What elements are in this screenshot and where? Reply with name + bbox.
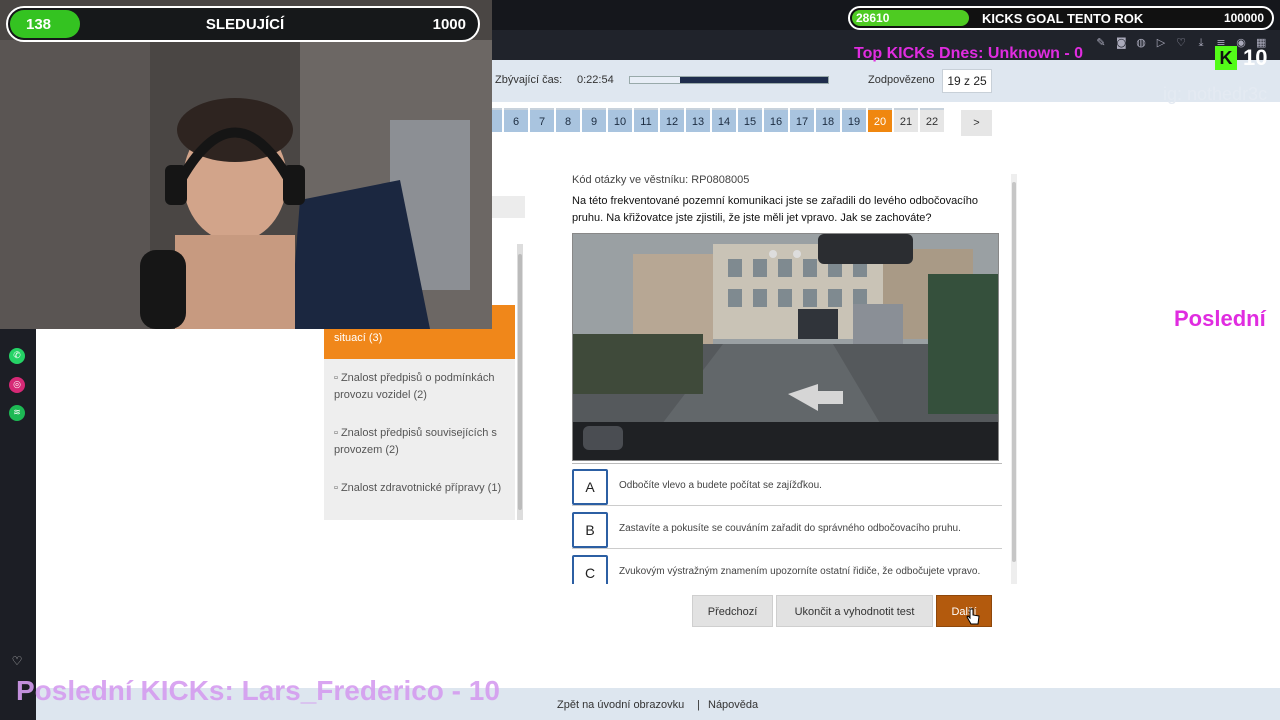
question-nav-19[interactable]: 19 [842,108,866,132]
street-scene-image [573,234,998,460]
webcam-scene-image [0,0,492,329]
instagram-icon[interactable]: ◎ [9,377,25,393]
question-nav-next-button[interactable]: > [961,110,992,136]
question-scrollbar[interactable] [1011,174,1017,584]
question-navigation: 6 7 8 9 10 11 12 13 14 15 16 17 18 19 20 21 22 [492,108,946,132]
download-icon[interactable]: ⤓ [1196,36,1206,50]
last-kicks-ticker: Poslední KICKs: Lars_Frederico - 10 [16,675,500,706]
footer-separator: | [697,699,700,711]
shield-icon[interactable]: ◍ [1136,36,1146,50]
answer-letter[interactable]: C [572,555,608,584]
browser-toolbar-icons: ✎ ◙ ◍ ▷ ♡ ⤓ ≡ ◉ ▦ [1096,36,1266,50]
follower-goal-bar: 138 SLEDUJÍCÍ 1000 [6,6,480,42]
previous-button[interactable]: Předchozí [692,595,773,627]
question-nav-22[interactable]: 22 [920,108,944,132]
answer-text[interactable]: Zvukovým výstražným znamením upozorníte … [619,566,980,577]
heart-icon[interactable]: ♡ [1176,36,1186,50]
hand-cursor-icon [966,608,980,625]
question-nav-10[interactable]: 10 [608,108,632,132]
edit-icon[interactable]: ✎ [1096,36,1106,50]
question-nav-9[interactable]: 9 [582,108,606,132]
question-nav-13[interactable]: 13 [686,108,710,132]
answer-option-b[interactable]: B Zastavíte a pokusíte se couváním zařad… [572,509,1002,549]
spotify-icon[interactable]: ≋ [9,405,25,421]
sidebar-item-first-aid[interactable]: ▫ Znalost zdravotnické přípravy (1) [334,480,506,497]
answer-letter[interactable]: B [572,512,608,548]
kick-logo-icon: K [1215,46,1237,70]
sidebar-item-label: situací (3) [334,332,383,344]
answered-label: Zodpovězeno [868,74,935,86]
question-nav-6[interactable]: 6 [504,108,528,132]
question-nav-15[interactable]: 15 [738,108,762,132]
question-nav-8[interactable]: 8 [556,108,580,132]
answer-text[interactable]: Odbočíte vlevo a budete počítat se zajíž… [619,480,822,491]
answered-value: 19 z 25 [942,69,992,93]
timer-value: 0:22:54 [577,74,614,86]
answer-letter[interactable]: A [572,469,608,505]
question-nav-20[interactable]: 20 [868,108,892,132]
top-kicks-today: Top KICKs Dnes: Unknown - 0 [854,45,1084,62]
question-nav-14[interactable]: 14 [712,108,736,132]
kicks-goal-target: 100000 [1223,11,1264,25]
question-nav-11[interactable]: 11 [634,108,658,132]
last-kicks-ticker-right: Poslední [1174,306,1266,331]
sidebar-header-fragment [492,196,525,218]
sidebar-item-vehicle-conditions[interactable]: ▫ Znalost předpisů o podmínkách provozu … [334,370,506,404]
timer-label: Zbývající čas: [495,74,563,86]
heart-icon[interactable]: ♡ [9,653,25,669]
answers-divider [572,463,1002,464]
next-button[interactable]: Další [936,595,992,627]
home-link[interactable]: Zpět na úvodní obrazovku [557,699,684,711]
kicks-count: 28610 [856,11,890,25]
question-nav-18[interactable]: 18 [816,108,840,132]
question-nav-previous-hidden[interactable] [492,108,502,132]
question-scrollbar-thumb[interactable] [1012,182,1016,562]
question-nav-7[interactable]: 7 [530,108,554,132]
question-nav-17[interactable]: 17 [790,108,814,132]
answer-option-c[interactable]: C Zvukovým výstražným znamením upozornít… [572,552,1002,584]
question-nav-16[interactable]: 16 [764,108,788,132]
time-progress-fill [630,77,680,83]
follower-goal-target: 1000 [432,16,466,33]
follower-goal-title: SLEDUJÍCÍ [205,16,285,33]
question-nav-21[interactable]: 21 [894,108,918,132]
sidebar-item-related-rules[interactable]: ▫ Znalost předpisů souvisejících s provo… [334,425,506,459]
webcam-overlay: 138 SLEDUJÍCÍ 1000 [0,0,492,329]
finish-test-button[interactable]: Ukončit a vyhodnotit test [776,595,933,627]
kick-count: 10 [1243,45,1268,70]
sidebar-scrollbar-thumb[interactable] [518,254,522,510]
question-code: Kód otázky ve věstníku: RP0808005 [572,174,750,186]
kicks-goal-bar: 28610 KICKS GOAL TENTO ROK 100000 [848,6,1274,30]
kicks-goal-title: KICKS GOAL TENTO ROK [982,11,1144,26]
camera-icon[interactable]: ◙ [1116,36,1127,50]
play-icon[interactable]: ▷ [1156,36,1166,50]
answer-text[interactable]: Zastavíte a pokusíte se couváním zařadit… [619,523,961,534]
timer-bar: Zbývající čas: 0:22:54 Zodpovězeno 19 z … [492,60,1280,102]
instagram-handle: ig: nothedr3c [1163,84,1268,104]
category-sidebar: situací (3) ▫ Znalost předpisů o podmínk… [324,305,515,520]
sidebar-scrollbar[interactable] [517,244,523,520]
help-link[interactable]: Nápověda [708,699,758,711]
time-progress-bar [629,76,829,84]
question-text: Na této frekventované pozemní komunikaci… [572,195,979,224]
answer-option-a[interactable]: A Odbočíte vlevo a budete počítat se zaj… [572,466,1002,506]
whatsapp-icon[interactable]: ✆ [9,348,25,364]
question-photo [572,233,999,461]
question-nav-12[interactable]: 12 [660,108,684,132]
